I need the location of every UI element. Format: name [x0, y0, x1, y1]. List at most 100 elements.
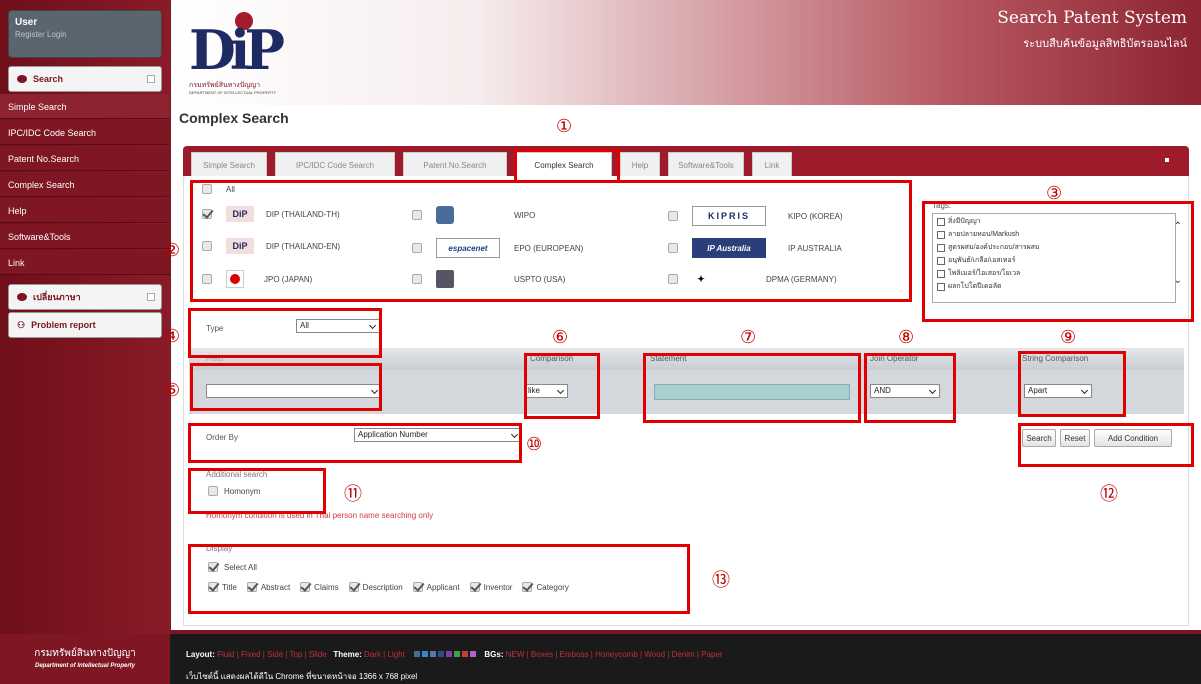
problem-report-link[interactable]: ⚇ Problem report	[8, 312, 162, 338]
checkbox[interactable]	[246, 582, 257, 592]
search-panel-header[interactable]: Search	[8, 66, 162, 92]
footer-brand-en: Department of Intellectual Property	[34, 663, 136, 669]
checkbox[interactable]	[668, 243, 678, 253]
comparison-select[interactable]: like	[524, 384, 568, 398]
checkbox[interactable]	[202, 241, 212, 251]
join-operator-select[interactable]: AND	[870, 384, 940, 398]
color-swatch[interactable]	[437, 651, 444, 657]
db-uspto[interactable]: USPTO (USA)	[412, 270, 565, 288]
db-kipo[interactable]: KIPRIS KIPO (KOREA)	[668, 206, 843, 226]
layout-options-links[interactable]: Fluid | Fixed | Side | Top | Slide	[217, 650, 327, 659]
color-swatch[interactable]	[453, 651, 460, 657]
tab-complex-search[interactable]: Complex Search	[516, 152, 612, 176]
browser-note: เว็บไซต์นี้ แสดงผลได้ดีใน Chrome ที่ขนาด…	[186, 672, 418, 681]
language-panel-header[interactable]: เปลี่ยนภาษา	[8, 284, 162, 310]
sidebar-item-software-tools[interactable]: Software&Tools	[0, 224, 170, 249]
order-by-label: Order By	[206, 433, 239, 442]
dip-logo-icon: DiP	[226, 206, 254, 222]
annotation-number-12: ⑫	[1100, 484, 1118, 505]
db-epo[interactable]: espacenet EPO (EUROPEAN)	[412, 238, 583, 258]
tag-item[interactable]: อนุพันธ์/เกลือ/เอสเทอร์	[937, 255, 1171, 266]
statement-input[interactable]	[654, 384, 850, 400]
type-label: Type	[206, 324, 224, 333]
checkbox[interactable]	[668, 211, 678, 221]
search-button[interactable]: Search	[1022, 429, 1056, 447]
db-ip-australia[interactable]: IP Australia IP AUSTRALIA	[668, 238, 842, 258]
color-swatch[interactable]	[421, 651, 428, 657]
chat-bubble-icon	[17, 293, 27, 301]
checkbox[interactable]	[412, 274, 422, 284]
sidebar-item-patent-no-search[interactable]: Patent No.Search	[0, 146, 170, 171]
field-label: Applicant	[426, 582, 460, 592]
tab-menu-icon[interactable]	[1165, 158, 1169, 162]
db-wipo[interactable]: WIPO	[412, 206, 535, 224]
checkbox[interactable]	[412, 582, 423, 592]
add-condition-button[interactable]: Add Condition	[1094, 429, 1172, 447]
sidebar-item-help[interactable]: Help	[0, 198, 170, 223]
color-swatch[interactable]	[413, 651, 420, 657]
display-fields: Title Abstract Claims Description Applic…	[208, 582, 569, 592]
tab-software-tools[interactable]: Software&Tools	[668, 152, 744, 176]
db-label: KIPO (KOREA)	[788, 211, 843, 221]
type-select[interactable]: All	[296, 319, 380, 333]
tags-list[interactable]: สิ่งมีปัญญา ลายปลายหอบ/Markush สูตรผสม/อ…	[932, 213, 1176, 303]
tab-help[interactable]: Help	[620, 152, 660, 176]
string-comparison-select[interactable]: Apart	[1024, 384, 1092, 398]
uspto-seal-icon	[436, 270, 454, 288]
checkbox[interactable]	[348, 582, 359, 592]
sidebar-item-complex-search[interactable]: Complex Search	[0, 172, 170, 197]
checkbox[interactable]	[202, 209, 212, 219]
checkbox[interactable]	[202, 274, 212, 284]
db-all[interactable]: All	[202, 184, 235, 194]
string-comparison-header: String Comparison	[1022, 354, 1089, 363]
tab-patent-no-search[interactable]: Patent No.Search	[403, 152, 507, 176]
tag-item[interactable]: ผลกโปโตปีเดอลัด	[937, 281, 1171, 292]
bgs-options-links[interactable]: NEW | Boxes | Emboss | Honeycomb | Wood …	[506, 650, 723, 659]
color-swatch[interactable]	[461, 651, 468, 657]
display-select-all[interactable]: Select All	[208, 562, 257, 572]
db-jpo[interactable]: JPO (JAPAN)	[202, 270, 312, 288]
tag-item[interactable]: ลายปลายหอบ/Markush	[937, 229, 1171, 240]
scroll-up-icon[interactable]: ⌃	[1174, 221, 1182, 232]
tag-item[interactable]: โพลิเมอร์/ไอเสอร/โยเวล	[937, 268, 1171, 279]
checkbox[interactable]	[469, 582, 480, 592]
collapse-icon[interactable]	[147, 75, 155, 83]
checkbox[interactable]	[202, 184, 212, 194]
color-swatch[interactable]	[469, 651, 476, 657]
tag-item[interactable]: สิ่งมีปัญญา	[937, 216, 1171, 227]
annotation-number-1: ①	[556, 116, 573, 137]
checkbox[interactable]	[412, 243, 422, 253]
auth-links[interactable]: Register Login	[15, 30, 155, 39]
sidebar-item-simple-search[interactable]: Simple Search	[0, 94, 170, 119]
checkbox[interactable]	[208, 582, 218, 592]
reset-button[interactable]: Reset	[1060, 429, 1090, 447]
db-dip-th[interactable]: DiP DIP (THAILAND-TH)	[202, 206, 340, 222]
collapse-icon[interactable]	[147, 293, 155, 301]
tags-label: Tags:	[932, 201, 952, 210]
checkbox[interactable]	[668, 274, 678, 284]
theme-options-links[interactable]: Dark | Light	[364, 650, 405, 659]
color-swatch[interactable]	[445, 651, 452, 657]
field-select[interactable]	[206, 384, 382, 398]
system-subtitle: ระบบสืบค้นข้อมูลสิทธิบัตรออนไลน์	[1023, 37, 1187, 50]
tab-link[interactable]: Link	[752, 152, 792, 176]
homonym-option[interactable]: Homonym	[208, 486, 260, 496]
db-dpma[interactable]: ✦ DPMA (GERMANY)	[668, 270, 837, 288]
color-swatch[interactable]	[429, 651, 436, 657]
db-label: DIP (THAILAND-TH)	[266, 209, 340, 219]
scroll-down-icon[interactable]: ⌄	[1174, 275, 1182, 286]
db-dip-en[interactable]: DiP DIP (THAILAND-EN)	[202, 238, 340, 254]
checkbox[interactable]	[208, 562, 218, 572]
checkbox[interactable]	[522, 582, 533, 592]
order-by-select[interactable]: Application Number	[354, 428, 522, 442]
tab-ipc-search[interactable]: IPC/IDC Code Search	[275, 152, 395, 176]
sidebar: User Register Login Search Simple Search…	[0, 0, 170, 634]
checkbox[interactable]	[208, 486, 218, 496]
tab-simple-search[interactable]: Simple Search	[191, 152, 267, 176]
sidebar-item-link[interactable]: Link	[0, 250, 170, 275]
db-all-label: All	[226, 184, 235, 194]
checkbox[interactable]	[412, 210, 422, 220]
checkbox[interactable]	[300, 582, 311, 592]
tag-item[interactable]: สูตรผสม/องค์ประกอบ/สารผสม	[937, 242, 1171, 253]
sidebar-item-ipc-search[interactable]: IPC/IDC Code Search	[0, 120, 170, 145]
